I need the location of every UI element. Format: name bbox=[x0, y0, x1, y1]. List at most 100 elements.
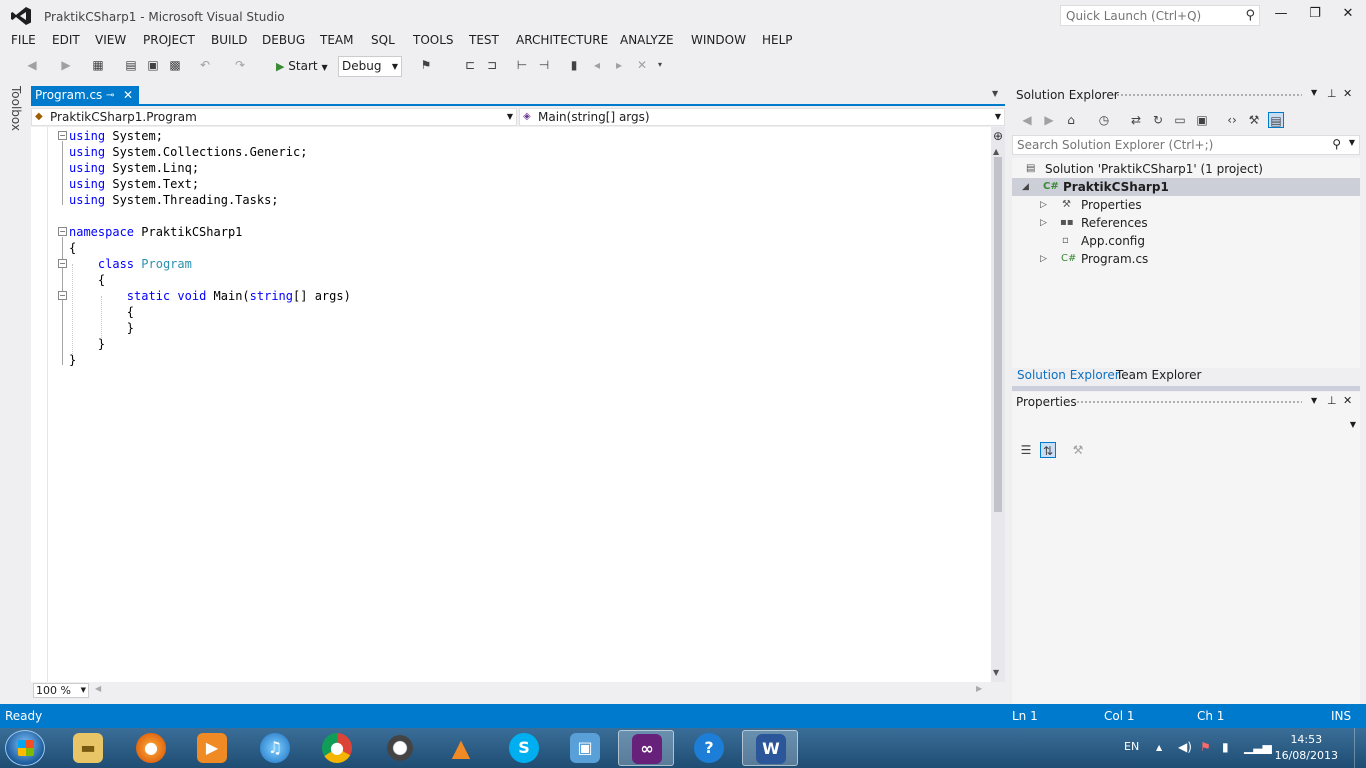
taskbar-vlc[interactable]: ▲ bbox=[433, 730, 489, 766]
document-tab-program-cs[interactable]: Program.cs ⊸ ✕ bbox=[31, 86, 139, 105]
taskbar-itunes[interactable]: ♫ bbox=[247, 730, 303, 766]
properties-icon[interactable]: ⚒ bbox=[1246, 112, 1262, 128]
pin-icon[interactable]: ⊸ bbox=[106, 86, 114, 105]
collapse-class-icon[interactable]: − bbox=[58, 259, 67, 268]
tree-item-program-cs[interactable]: ▷ C# Program.cs bbox=[1012, 250, 1360, 268]
previous-bookmark-icon[interactable]: ◂ bbox=[589, 57, 605, 73]
close-icon[interactable]: ✕ bbox=[123, 86, 133, 105]
tab-team-explorer[interactable]: Team Explorer bbox=[1116, 368, 1202, 382]
power-icon[interactable]: ▮ bbox=[1222, 740, 1229, 754]
step-into-icon[interactable]: ⊏ bbox=[462, 57, 478, 73]
menu-build[interactable]: BUILD bbox=[211, 33, 247, 47]
start-button[interactable] bbox=[5, 730, 45, 766]
save-icon[interactable]: ▣ bbox=[145, 57, 161, 73]
clear-bookmarks-icon[interactable]: ✕ bbox=[634, 57, 650, 73]
tab-solution-explorer[interactable]: Solution Explorer bbox=[1017, 368, 1120, 382]
menu-debug[interactable]: DEBUG bbox=[262, 33, 305, 47]
code-line[interactable]: using System.Collections.Generic; bbox=[69, 144, 307, 160]
categorized-icon[interactable]: ☰ bbox=[1018, 442, 1034, 458]
code-line[interactable]: class Program bbox=[69, 256, 192, 272]
comment-icon[interactable]: ⊢ bbox=[514, 57, 530, 73]
alphabetical-icon[interactable]: ⇅ bbox=[1040, 442, 1056, 458]
menu-team[interactable]: TEAM bbox=[320, 33, 353, 47]
action-center-flag-icon[interactable]: ⚑ bbox=[1200, 740, 1211, 754]
scroll-right-icon[interactable]: ▶ bbox=[976, 684, 982, 693]
code-line[interactable]: using System; bbox=[69, 128, 163, 144]
network-signal-icon[interactable]: ▁▃▅ bbox=[1244, 740, 1272, 754]
scrollbar-thumb[interactable] bbox=[994, 157, 1002, 512]
code-line[interactable]: { bbox=[69, 272, 105, 288]
code-line[interactable]: } bbox=[69, 352, 76, 368]
auto-hide-pin-icon[interactable]: ⊥ bbox=[1327, 394, 1337, 407]
volume-icon[interactable]: ◀) bbox=[1178, 740, 1192, 754]
menu-project[interactable]: PROJECT bbox=[143, 33, 195, 47]
taskbar-remote-desktop[interactable]: ▣ bbox=[557, 730, 613, 766]
menu-tools[interactable]: TOOLS bbox=[413, 33, 454, 47]
tree-item-solution[interactable]: ▤ Solution 'PraktikCSharp1' (1 project) bbox=[1012, 160, 1360, 178]
save-all-icon[interactable]: ▩ bbox=[167, 57, 183, 73]
solution-configuration-select[interactable]: Debug ▼ bbox=[338, 56, 402, 77]
taskbar-help[interactable]: ? bbox=[681, 730, 737, 766]
code-line[interactable]: namespace PraktikCSharp1 bbox=[69, 224, 242, 240]
taskbar-visual-studio[interactable]: ∞ bbox=[618, 730, 674, 766]
scroll-down-icon[interactable]: ▼ bbox=[993, 668, 999, 677]
tree-item-properties[interactable]: ▷ ⚒ Properties bbox=[1012, 196, 1360, 214]
language-indicator[interactable]: EN bbox=[1124, 740, 1139, 753]
menu-analyze[interactable]: ANALYZE bbox=[620, 33, 674, 47]
collapse-method-icon[interactable]: − bbox=[58, 291, 67, 300]
find-in-files-icon[interactable]: ⚑ bbox=[418, 57, 434, 73]
forward-icon[interactable]: ▶ bbox=[1041, 112, 1057, 128]
scroll-left-icon[interactable]: ◀ bbox=[95, 684, 101, 693]
quick-launch-input[interactable] bbox=[1061, 6, 1231, 25]
open-file-icon[interactable]: ▤ bbox=[123, 57, 139, 73]
code-line[interactable]: static void Main(string[] args) bbox=[69, 288, 351, 304]
taskbar-firefox[interactable]: ● bbox=[123, 730, 179, 766]
bookmark-icon[interactable]: ▮ bbox=[566, 57, 582, 73]
navigate-back-icon[interactable]: ◀ bbox=[24, 57, 40, 73]
menu-view[interactable]: VIEW bbox=[95, 33, 126, 47]
members-dropdown[interactable]: ◈ Main(string[] args) ▼ bbox=[519, 108, 1005, 126]
refresh-icon[interactable]: ↻ bbox=[1150, 112, 1166, 128]
step-over-icon[interactable]: ⊐ bbox=[484, 57, 500, 73]
home-icon[interactable]: ⌂ bbox=[1063, 112, 1079, 128]
property-pages-wrench-icon[interactable]: ⚒ bbox=[1070, 442, 1086, 458]
solution-explorer-search-input[interactable] bbox=[1013, 136, 1313, 154]
indicator-margin[interactable] bbox=[31, 127, 48, 682]
taskbar-media-player[interactable]: ▶ bbox=[184, 730, 240, 766]
sync-with-document-icon[interactable]: ⇄ bbox=[1128, 112, 1144, 128]
taskbar-app-ring[interactable] bbox=[372, 730, 428, 766]
minimize-button[interactable]: — bbox=[1269, 6, 1293, 26]
taskbar-chrome[interactable]: ● bbox=[309, 730, 365, 766]
zoom-select[interactable]: 100 % ▼ bbox=[33, 683, 89, 698]
chevron-down-icon[interactable]: ▼ bbox=[1349, 138, 1355, 147]
search-icon[interactable]: ⚲ bbox=[1245, 8, 1255, 23]
tab-overflow-chevron-down-icon[interactable]: ▼ bbox=[992, 89, 998, 98]
undo-icon[interactable]: ↶ bbox=[197, 57, 213, 73]
taskbar-explorer[interactable]: ▬ bbox=[60, 730, 116, 766]
quick-launch-box[interactable]: ⚲ bbox=[1060, 5, 1260, 26]
vertical-scrollbar[interactable]: ▲ ▼ bbox=[991, 127, 1005, 682]
close-icon[interactable]: ✕ bbox=[1343, 87, 1352, 100]
code-line[interactable]: using System.Threading.Tasks; bbox=[69, 192, 279, 208]
menu-architecture[interactable]: ARCHITECTURE bbox=[516, 33, 608, 47]
window-position-chevron-down-icon[interactable]: ▼ bbox=[1311, 396, 1317, 405]
tree-item-project[interactable]: ◢ C# PraktikCSharp1 bbox=[1012, 178, 1360, 196]
clock[interactable]: 14:53 16/08/2013 bbox=[1275, 732, 1338, 764]
menu-file[interactable]: FILE bbox=[11, 33, 36, 47]
code-line[interactable]: } bbox=[69, 320, 134, 336]
restore-button[interactable]: ❐ bbox=[1303, 6, 1327, 26]
navigate-forward-icon[interactable]: ▶ bbox=[58, 57, 74, 73]
code-line[interactable]: using System.Linq; bbox=[69, 160, 199, 176]
collapsed-triangle-icon[interactable]: ▷ bbox=[1040, 214, 1047, 232]
preview-selected-items-icon[interactable]: ▤ bbox=[1268, 112, 1284, 128]
back-icon[interactable]: ◀ bbox=[1019, 112, 1035, 128]
code-line[interactable]: { bbox=[69, 240, 76, 256]
collapsed-triangle-icon[interactable]: ▷ bbox=[1040, 196, 1047, 214]
collapsed-triangle-icon[interactable]: ▷ bbox=[1040, 250, 1047, 268]
next-bookmark-icon[interactable]: ▸ bbox=[611, 57, 627, 73]
uncomment-icon[interactable]: ⊣ bbox=[536, 57, 552, 73]
split-window-icon[interactable]: ⊕ bbox=[991, 129, 1005, 143]
pending-changes-filter-icon[interactable]: ◷ bbox=[1096, 112, 1112, 128]
collapse-namespace-icon[interactable]: − bbox=[58, 227, 67, 236]
types-dropdown[interactable]: ◆ PraktikCSharp1.Program ▼ bbox=[31, 108, 517, 126]
